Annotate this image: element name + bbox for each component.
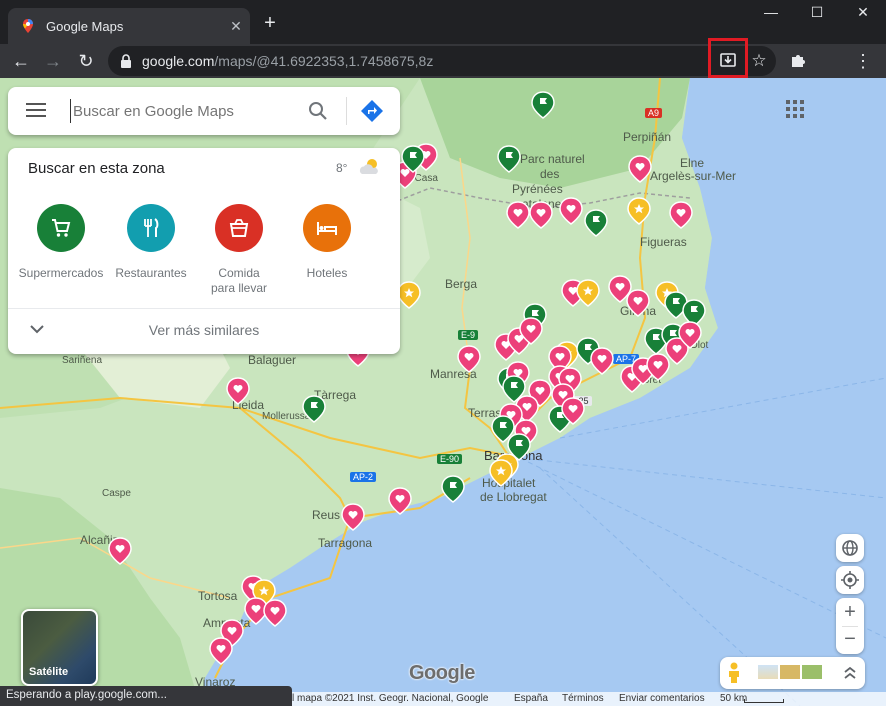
my-location-icon (841, 571, 859, 589)
map-marker[interactable] (226, 377, 250, 405)
map-marker[interactable] (497, 145, 521, 173)
tab-google-maps[interactable]: Google Maps ✕ (8, 8, 250, 44)
category-label: Supermercados (18, 266, 104, 280)
map-marker[interactable] (441, 475, 465, 503)
map-marker[interactable] (209, 637, 233, 665)
layer-thumb-bicycle[interactable] (802, 665, 822, 679)
back-button[interactable]: ← (8, 48, 34, 74)
my-location-button[interactable] (836, 566, 864, 594)
zoom-control: + − (836, 598, 864, 654)
address-bar[interactable]: google.com /maps/@41.6922353,1.7458675,8… (108, 46, 776, 76)
cart-icon (37, 204, 85, 252)
browser-titlebar: Google Maps ✕ + — ☐ ✕ (0, 0, 886, 44)
weather-temperature: 8° (336, 161, 348, 175)
url-host: google.com (142, 53, 215, 69)
map-marker[interactable] (559, 197, 583, 225)
map-marker[interactable] (669, 201, 693, 229)
directions-icon[interactable] (360, 99, 384, 123)
category-takeout[interactable]: Comida para llevar (194, 204, 284, 296)
minimize-button[interactable]: — (748, 4, 794, 26)
map-marker[interactable] (590, 347, 614, 375)
window-close-button[interactable]: ✕ (840, 4, 886, 26)
explore-panel: Buscar en esta zona 8° Supermercados Res… (8, 148, 400, 354)
url-path: /maps/@41.6922353,1.7458675,8z (214, 53, 434, 69)
category-label: Comida para llevar (210, 266, 268, 295)
satellite-label: Satélite (29, 666, 69, 678)
map-marker[interactable] (397, 281, 421, 309)
map-marker[interactable] (529, 201, 553, 229)
fork-knife-icon (127, 204, 175, 252)
map-marker[interactable] (388, 487, 412, 515)
map-marker[interactable] (302, 395, 326, 423)
google-logo: Google (409, 662, 475, 684)
takeout-bag-icon (215, 204, 263, 252)
scale-bar (744, 699, 784, 703)
search-input[interactable] (70, 99, 300, 123)
category-label: Restaurantes (115, 266, 187, 280)
google-maps-favicon-icon (23, 19, 33, 33)
maximize-button[interactable]: ☐ (794, 4, 840, 26)
layer-thumb-terrain[interactable] (758, 665, 778, 679)
map-marker[interactable] (628, 155, 652, 183)
map-marker[interactable] (341, 503, 365, 531)
menu-kebab-icon[interactable]: ⋮ (850, 48, 876, 74)
satellite-toggle[interactable]: Satélite (21, 609, 98, 686)
category-label: Hoteles (306, 266, 348, 280)
new-tab-button[interactable]: + (256, 12, 284, 35)
map-marker[interactable] (626, 289, 650, 317)
chevron-up-double-icon[interactable] (844, 666, 856, 680)
bookmark-star-icon[interactable]: ☆ (746, 48, 772, 74)
category-hotels[interactable]: Hoteles (282, 204, 372, 281)
browser-status-bar: Esperando a play.google.com... (0, 686, 292, 706)
category-supermarkets[interactable]: Supermercados (16, 204, 106, 281)
globe-icon (842, 540, 858, 556)
lock-icon (121, 54, 131, 68)
map-canvas[interactable]: Perpiñán Parc naturel des Pyrénées catal… (0, 78, 886, 706)
zoom-in-button[interactable]: + (836, 600, 864, 624)
reload-button[interactable]: ↻ (73, 48, 99, 74)
forward-button[interactable]: → (40, 48, 66, 74)
tab-close-icon[interactable]: ✕ (222, 18, 250, 35)
terms-link[interactable]: Términos (562, 693, 604, 704)
zoom-out-button[interactable]: − (836, 628, 864, 652)
category-restaurants[interactable]: Restaurantes (106, 204, 196, 281)
layers-strip (720, 657, 865, 689)
globe-view-button[interactable] (836, 534, 864, 562)
map-marker[interactable] (506, 201, 530, 229)
feedback-link[interactable]: Enviar comentarios (619, 693, 705, 704)
more-similar-link[interactable]: Ver más similares (8, 322, 400, 338)
tab-title: Google Maps (46, 18, 124, 34)
map-marker[interactable] (584, 209, 608, 237)
browser-toolbar: ← → ↻ google.com /maps/@41.6922353,1.745… (0, 44, 886, 78)
panel-title: Buscar en esta zona (28, 160, 165, 177)
pegman-icon[interactable] (726, 662, 742, 684)
map-marker[interactable] (263, 599, 287, 627)
layer-thumb-traffic[interactable] (780, 665, 800, 679)
map-marker[interactable] (576, 279, 600, 307)
weather-partly-cloudy-icon (359, 159, 378, 174)
extensions-puzzle-icon[interactable] (790, 52, 807, 69)
map-footer: Datos del mapa ©2021 Inst. Geogr. Nacion… (252, 692, 886, 706)
map-marker[interactable] (457, 345, 481, 373)
search-icon[interactable] (308, 101, 328, 121)
map-marker[interactable] (108, 537, 132, 565)
apps-grid-icon[interactable] (786, 100, 804, 118)
bed-icon (303, 204, 351, 252)
install-button-highlight (708, 38, 748, 78)
search-box (8, 87, 400, 135)
map-marker[interactable] (531, 91, 555, 119)
map-marker[interactable] (627, 197, 651, 225)
hamburger-menu-icon[interactable] (26, 103, 46, 117)
map-marker[interactable] (489, 459, 513, 487)
country-link[interactable]: España (514, 693, 548, 704)
